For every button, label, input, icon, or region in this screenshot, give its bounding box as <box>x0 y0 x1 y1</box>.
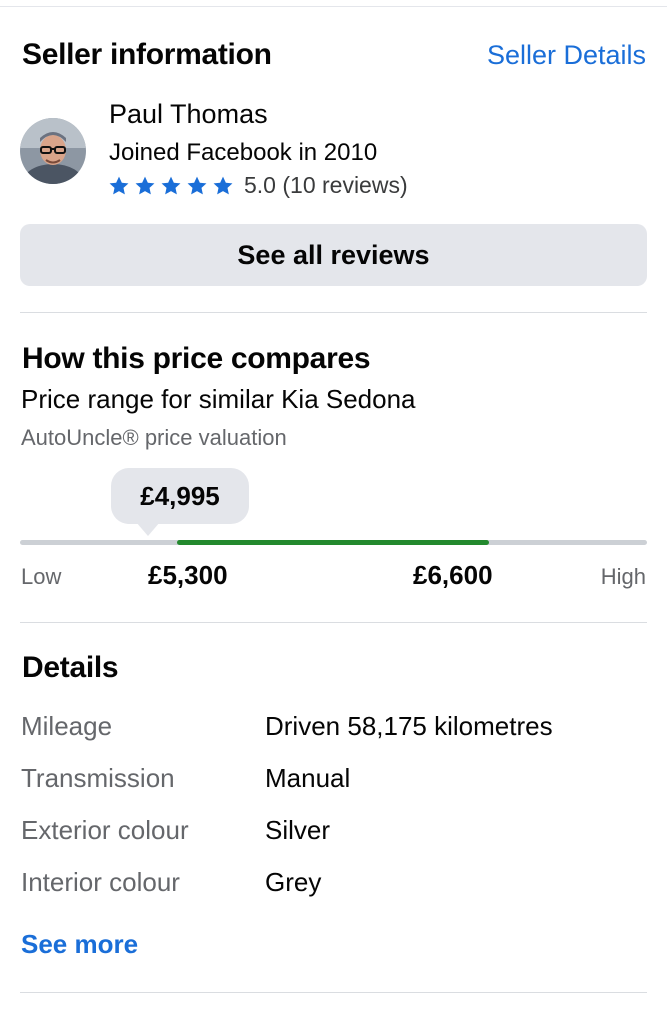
seller-details-link[interactable]: Seller Details <box>487 40 646 71</box>
star-icon <box>161 176 181 194</box>
seller-avatar[interactable] <box>20 118 86 184</box>
section-divider <box>20 622 647 623</box>
star-icon <box>135 176 155 194</box>
seller-rating: 5.0 (10 reviews) <box>108 172 408 199</box>
detail-value-mileage: Driven 58,175 kilometres <box>265 711 553 741</box>
detail-value-transmission: Manual <box>265 763 351 793</box>
see-all-reviews-button[interactable]: See all reviews <box>20 224 647 286</box>
detail-label-mileage: Mileage <box>21 711 113 741</box>
seller-section-title: Seller information <box>22 38 272 71</box>
price-section-title: How this price compares <box>22 342 371 375</box>
range-low-value: £5,300 <box>148 560 228 590</box>
detail-label-exterior-colour: Exterior colour <box>21 815 189 845</box>
star-icon <box>213 176 233 194</box>
detail-label-interior-colour: Interior colour <box>21 867 180 897</box>
star-icon <box>109 176 129 194</box>
see-more-link[interactable]: See more <box>21 929 138 960</box>
avatar-photo <box>20 118 86 184</box>
range-low-label: Low <box>21 564 62 589</box>
section-divider <box>20 992 647 993</box>
detail-value-exterior-colour: Silver <box>265 815 331 845</box>
top-divider <box>0 6 667 7</box>
rating-text: 5.0 (10 reviews) <box>244 172 408 198</box>
section-divider <box>20 312 647 313</box>
seller-joined: Joined Facebook in 2010 <box>109 139 378 166</box>
price-bubble-tail <box>136 522 160 536</box>
detail-value-interior-colour: Grey <box>265 867 322 897</box>
price-range-fill <box>177 540 489 545</box>
price-subtitle: Price range for similar Kia Sedona <box>21 384 416 414</box>
range-high-value: £6,600 <box>413 560 493 590</box>
details-section-title: Details <box>22 651 119 684</box>
range-high-label: High <box>600 564 646 589</box>
price-range-track <box>20 540 647 545</box>
seller-name[interactable]: Paul Thomas <box>109 99 268 130</box>
star-icon <box>187 176 207 194</box>
listing-price-bubble: £4,995 <box>111 468 249 524</box>
detail-label-transmission: Transmission <box>21 763 175 793</box>
price-source: AutoUncle® price valuation <box>21 425 287 450</box>
